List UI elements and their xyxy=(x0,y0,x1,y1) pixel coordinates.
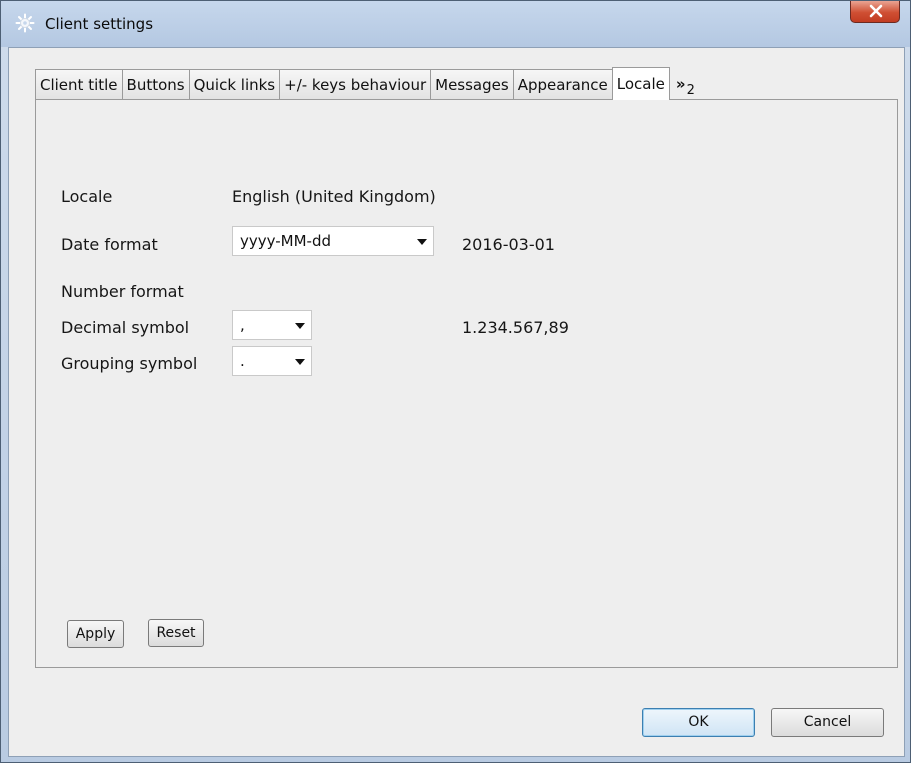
tab-keys-behaviour[interactable]: +/- keys behaviour xyxy=(279,69,432,100)
client-settings-window: Client settings Client title Buttons Qui… xyxy=(0,0,911,763)
close-button[interactable] xyxy=(850,1,900,23)
tab-quick-links[interactable]: Quick links xyxy=(188,69,281,100)
tab-appearance[interactable]: Appearance xyxy=(512,69,613,100)
chevron-down-icon xyxy=(295,323,305,329)
date-format-label: Date format xyxy=(61,235,158,254)
window-title: Client settings xyxy=(45,15,154,33)
date-format-dropdown[interactable]: yyyy-MM-dd xyxy=(232,226,434,256)
dialog-client-area: Client title Buttons Quick links +/- key… xyxy=(8,47,905,757)
locale-value: English (United Kingdom) xyxy=(232,187,436,206)
date-preview: 2016-03-01 xyxy=(462,235,555,254)
locale-panel: Locale English (United Kingdom) Date for… xyxy=(35,99,898,668)
apply-button[interactable]: Apply xyxy=(67,620,124,648)
grouping-symbol-value: . xyxy=(240,352,245,370)
grouping-symbol-dropdown[interactable]: . xyxy=(232,346,312,376)
number-preview: 1.234.567,89 xyxy=(462,318,569,337)
tab-bar: Client title Buttons Quick links +/- key… xyxy=(35,67,699,100)
title-bar[interactable]: Client settings xyxy=(1,1,910,47)
date-format-value: yyyy-MM-dd xyxy=(240,232,331,250)
locale-label: Locale xyxy=(61,187,113,206)
tab-overflow-button[interactable]: »2 xyxy=(669,69,699,100)
decimal-symbol-label: Decimal symbol xyxy=(61,318,190,337)
reset-button[interactable]: Reset xyxy=(148,619,204,647)
tab-client-title[interactable]: Client title xyxy=(35,69,123,100)
number-format-label: Number format xyxy=(61,282,184,301)
ok-button[interactable]: OK xyxy=(642,708,755,737)
double-chevron-icon: » xyxy=(675,75,686,93)
chevron-down-icon xyxy=(417,239,427,245)
tab-buttons[interactable]: Buttons xyxy=(121,69,190,100)
tab-locale[interactable]: Locale xyxy=(611,67,670,100)
cancel-button[interactable]: Cancel xyxy=(771,708,884,737)
grouping-symbol-label: Grouping symbol xyxy=(61,354,198,373)
chevron-down-icon xyxy=(295,359,305,365)
decimal-symbol-value: , xyxy=(240,316,245,334)
close-icon xyxy=(869,4,883,18)
gear-icon xyxy=(15,13,35,33)
decimal-symbol-dropdown[interactable]: , xyxy=(232,310,312,340)
tab-messages[interactable]: Messages xyxy=(430,69,514,100)
overflow-count: 2 xyxy=(686,83,695,98)
